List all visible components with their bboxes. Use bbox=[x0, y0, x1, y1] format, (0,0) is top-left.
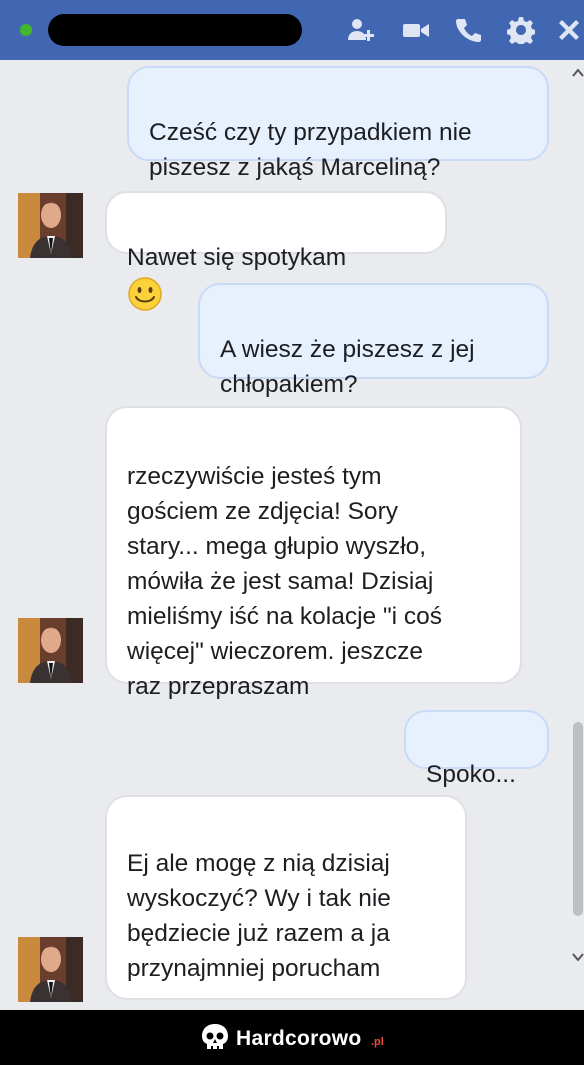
message-text: Cześć czy ty przypadkiem nie piszesz z j… bbox=[149, 119, 472, 181]
incoming-message[interactable]: Nawet się spotykam bbox=[105, 191, 447, 311]
scrollbar-thumb[interactable] bbox=[573, 722, 583, 916]
avatar[interactable] bbox=[18, 193, 83, 258]
smile-emoji-icon bbox=[128, 276, 162, 311]
message-text: Nawet się spotykam bbox=[127, 244, 347, 271]
outgoing-message[interactable]: A wiesz że piszesz z jej chłopakiem? bbox=[198, 283, 549, 398]
message-text: Spoko... bbox=[426, 761, 516, 788]
incoming-message[interactable]: Ej ale mogę z nią dzisiaj wyskoczyć? Wy … bbox=[105, 795, 467, 1057]
watermark-bar: Hardcorowo .pl bbox=[0, 1010, 584, 1065]
scroll-down-arrow-icon[interactable] bbox=[572, 950, 584, 964]
add-person-icon[interactable] bbox=[345, 14, 377, 46]
incoming-message[interactable]: rzeczywiście jesteś tym gościem ze zdjęc… bbox=[105, 406, 522, 700]
avatar[interactable] bbox=[18, 618, 83, 683]
gear-icon[interactable] bbox=[505, 14, 537, 46]
avatar[interactable] bbox=[18, 937, 83, 1002]
watermark-brand: Hardcorowo bbox=[236, 1027, 362, 1050]
scroll-up-arrow-icon[interactable] bbox=[572, 66, 584, 80]
message-text: rzeczywiście jesteś tym gościem ze zdjęc… bbox=[127, 463, 443, 700]
message-text: Ej ale mogę z nią dzisiaj wyskoczyć? Wy … bbox=[127, 850, 391, 982]
skull-logo-icon bbox=[202, 1024, 228, 1049]
watermark-tld: .pl bbox=[371, 1036, 384, 1048]
outgoing-message[interactable]: Spoko... bbox=[404, 710, 549, 788]
phone-icon[interactable] bbox=[452, 14, 484, 46]
online-status-dot bbox=[20, 24, 32, 36]
close-icon[interactable] bbox=[553, 14, 584, 46]
video-camera-icon[interactable] bbox=[400, 14, 432, 46]
redacted-contact-name bbox=[48, 14, 302, 46]
chat-header bbox=[0, 0, 584, 60]
outgoing-message[interactable]: Cześć czy ty przypadkiem nie piszesz z j… bbox=[127, 66, 549, 181]
